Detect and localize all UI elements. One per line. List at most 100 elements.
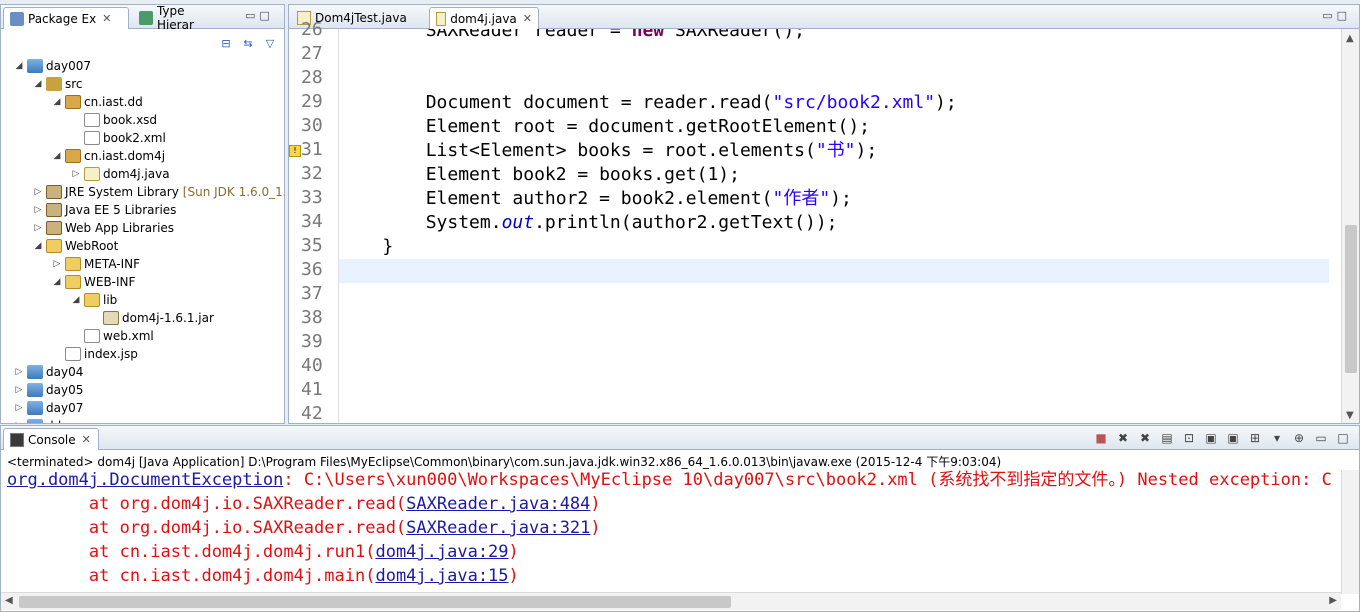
minimize-icon[interactable]: ▭ [1313, 430, 1329, 446]
scroll-thumb[interactable] [19, 596, 731, 608]
stack-trace-link[interactable]: dom4j.java:15 [375, 566, 508, 586]
scroll-right-icon[interactable]: ▶ [1329, 595, 1337, 606]
code-line[interactable]: Element book2 = books.get(1); [339, 163, 740, 187]
pin-console-icon[interactable]: ⊞ [1247, 430, 1263, 446]
expand-toggle-icon[interactable]: ◢ [13, 61, 25, 71]
tab-type-hierarchy[interactable]: Type Hierar [133, 4, 231, 32]
tree-item[interactable]: ▷ day05 [13, 381, 83, 399]
tree-item[interactable]: ▷ dom4j.java [70, 165, 170, 183]
expand-toggle-icon[interactable]: ◢ [51, 151, 63, 161]
stack-trace-link[interactable]: SAXReader.java:321 [406, 518, 590, 538]
expand-toggle-icon[interactable]: ◢ [51, 277, 63, 287]
remove-all-terminated-icon[interactable]: ✖ [1137, 430, 1153, 446]
maximize-icon[interactable]: □ [1337, 9, 1351, 22]
scroll-lock-icon[interactable]: ⊡ [1181, 430, 1197, 446]
code-line[interactable]: List<Element> books = root.elements("书")… [339, 139, 878, 163]
tree-item[interactable]: ◢ WEB-INF [51, 273, 135, 291]
package-explorer-view: Package Ex ✕ Type Hierar ▭□ ⊟ ⇆ ▽ ◢ day00… [0, 4, 285, 424]
code-line[interactable]: } [339, 235, 393, 259]
stack-trace-link[interactable]: SAXReader.java:484 [406, 494, 590, 514]
stack-trace-link[interactable]: org.dom4j.DocumentException [7, 470, 283, 490]
tree-item[interactable]: ▷ META-INF [51, 255, 140, 273]
line-number: 27 [301, 43, 323, 64]
maximize-icon[interactable]: □ [1335, 430, 1351, 446]
expand-toggle-icon[interactable]: ▷ [13, 403, 25, 413]
terminate-icon[interactable]: ■ [1093, 430, 1109, 446]
tree-item[interactable]: ◢ WebRoot [32, 237, 118, 255]
view-menu-icon[interactable]: ▽ [262, 35, 278, 51]
tree-item[interactable]: ▷ day07 [13, 399, 83, 417]
scroll-down-icon[interactable]: ▼ [1346, 410, 1354, 421]
explorer-toolbar: ⊟ ⇆ ▽ [1, 29, 284, 57]
tree-item[interactable]: ◢ src [32, 75, 83, 93]
open-console-icon[interactable]: ⊕ [1291, 430, 1307, 446]
tab-package-explorer[interactable]: Package Ex ✕ [3, 7, 129, 29]
expand-toggle-icon[interactable]: ▷ [13, 385, 25, 395]
display-console-icon[interactable]: ▾ [1269, 430, 1285, 446]
expand-toggle-icon[interactable]: ▷ [70, 169, 82, 179]
scroll-left-icon[interactable]: ◀ [5, 595, 13, 606]
tree-item[interactable]: book2.xml [70, 129, 166, 147]
minimize-icon[interactable]: ▭ [1322, 9, 1336, 22]
close-icon[interactable]: ✕ [102, 12, 111, 25]
expand-toggle-icon[interactable]: ◢ [51, 97, 63, 107]
warning-marker-icon[interactable]: ! [289, 145, 301, 157]
scroll-up-icon[interactable]: ▲ [1346, 33, 1354, 44]
code-line[interactable]: System.out.println(author2.getText()); [339, 211, 838, 235]
stack-trace-link[interactable]: dom4j.java:29 [375, 542, 508, 562]
expand-toggle-icon[interactable]: ▷ [13, 421, 25, 423]
minimize-icon[interactable]: ▭ [245, 9, 259, 22]
line-number: 38 [301, 307, 323, 328]
expand-toggle-icon[interactable]: ▷ [32, 187, 44, 197]
expand-toggle-icon[interactable]: ◢ [70, 295, 82, 305]
code-line[interactable]: SAXReader reader = new SAXReader(); [339, 29, 805, 43]
tree-item[interactable]: web.xml [70, 327, 154, 345]
tree-item[interactable]: index.jsp [51, 345, 138, 363]
package-icon [65, 95, 81, 109]
tree-item[interactable]: ◢ day007 [13, 57, 91, 75]
close-icon[interactable]: ✕ [82, 433, 91, 446]
tree-item[interactable]: ▷ day04 [13, 363, 83, 381]
code-line[interactable]: Element root = document.getRootElement()… [339, 115, 870, 139]
tree-item[interactable]: ◢ cn.iast.dom4j [51, 147, 165, 165]
tree-item[interactable]: ▷ Java EE 5 Libraries [32, 201, 176, 219]
tree-item[interactable]: ◢ lib [70, 291, 117, 309]
expand-toggle-icon[interactable]: ▷ [32, 223, 44, 233]
tree-item[interactable]: dom4j-1.6.1.jar [89, 309, 214, 327]
tree-item[interactable]: ▷ Web App Libraries [32, 219, 174, 237]
console-vertical-scrollbar[interactable] [1341, 470, 1359, 594]
close-icon[interactable]: ✕ [523, 12, 532, 25]
show-on-error-icon[interactable]: ▣ [1225, 430, 1241, 446]
console-output[interactable]: org.dom4j.DocumentException: C:\Users\xu… [7, 470, 1337, 588]
maximize-icon[interactable]: □ [259, 9, 273, 22]
code-line[interactable]: Element author2 = book2.element("作者"); [339, 187, 852, 211]
tab-label: dom4j.java [450, 11, 517, 26]
console-horizontal-scrollbar[interactable]: ◀ ▶ [1, 592, 1341, 610]
collapse-all-icon[interactable]: ⊟ [218, 35, 234, 51]
scroll-thumb[interactable] [1345, 225, 1357, 373]
tab-dom4j-java[interactable]: dom4j.java ✕ [429, 7, 539, 29]
editor-vertical-scrollbar[interactable]: ▲ ▼ [1341, 29, 1359, 423]
expand-toggle-icon[interactable]: ▷ [32, 205, 44, 215]
expand-toggle-icon[interactable]: ▷ [51, 259, 63, 269]
tree-item[interactable]: book.xsd [70, 111, 157, 129]
tree-item[interactable]: ▷ dd [13, 417, 61, 423]
tree-item[interactable]: ◢ cn.iast.dd [51, 93, 143, 111]
remove-launch-icon[interactable]: ✖ [1115, 430, 1131, 446]
expand-toggle-icon[interactable]: ◢ [32, 241, 44, 251]
code-token: Element root = document.getRootElement()… [425, 116, 871, 137]
link-with-editor-icon[interactable]: ⇆ [240, 35, 256, 51]
console-line: at org.dom4j.io.SAXReader.read(SAXReader… [7, 516, 601, 540]
tree-item-label: Java EE 5 Libraries [65, 203, 177, 217]
expand-toggle-icon[interactable]: ◢ [32, 79, 44, 89]
expand-toggle-icon[interactable]: ▷ [13, 367, 25, 377]
clear-console-icon[interactable]: ▤ [1159, 430, 1175, 446]
code-area[interactable]: SAXReader reader = new SAXReader(); Docu… [339, 29, 1329, 423]
tab-console[interactable]: Console ✕ [3, 428, 99, 450]
code-line[interactable]: Document document = reader.read("src/boo… [339, 91, 957, 115]
show-on-output-icon[interactable]: ▣ [1203, 430, 1219, 446]
tree-item[interactable]: ▷ JRE System Library [Sun JDK 1.6.0_13 [32, 183, 284, 201]
